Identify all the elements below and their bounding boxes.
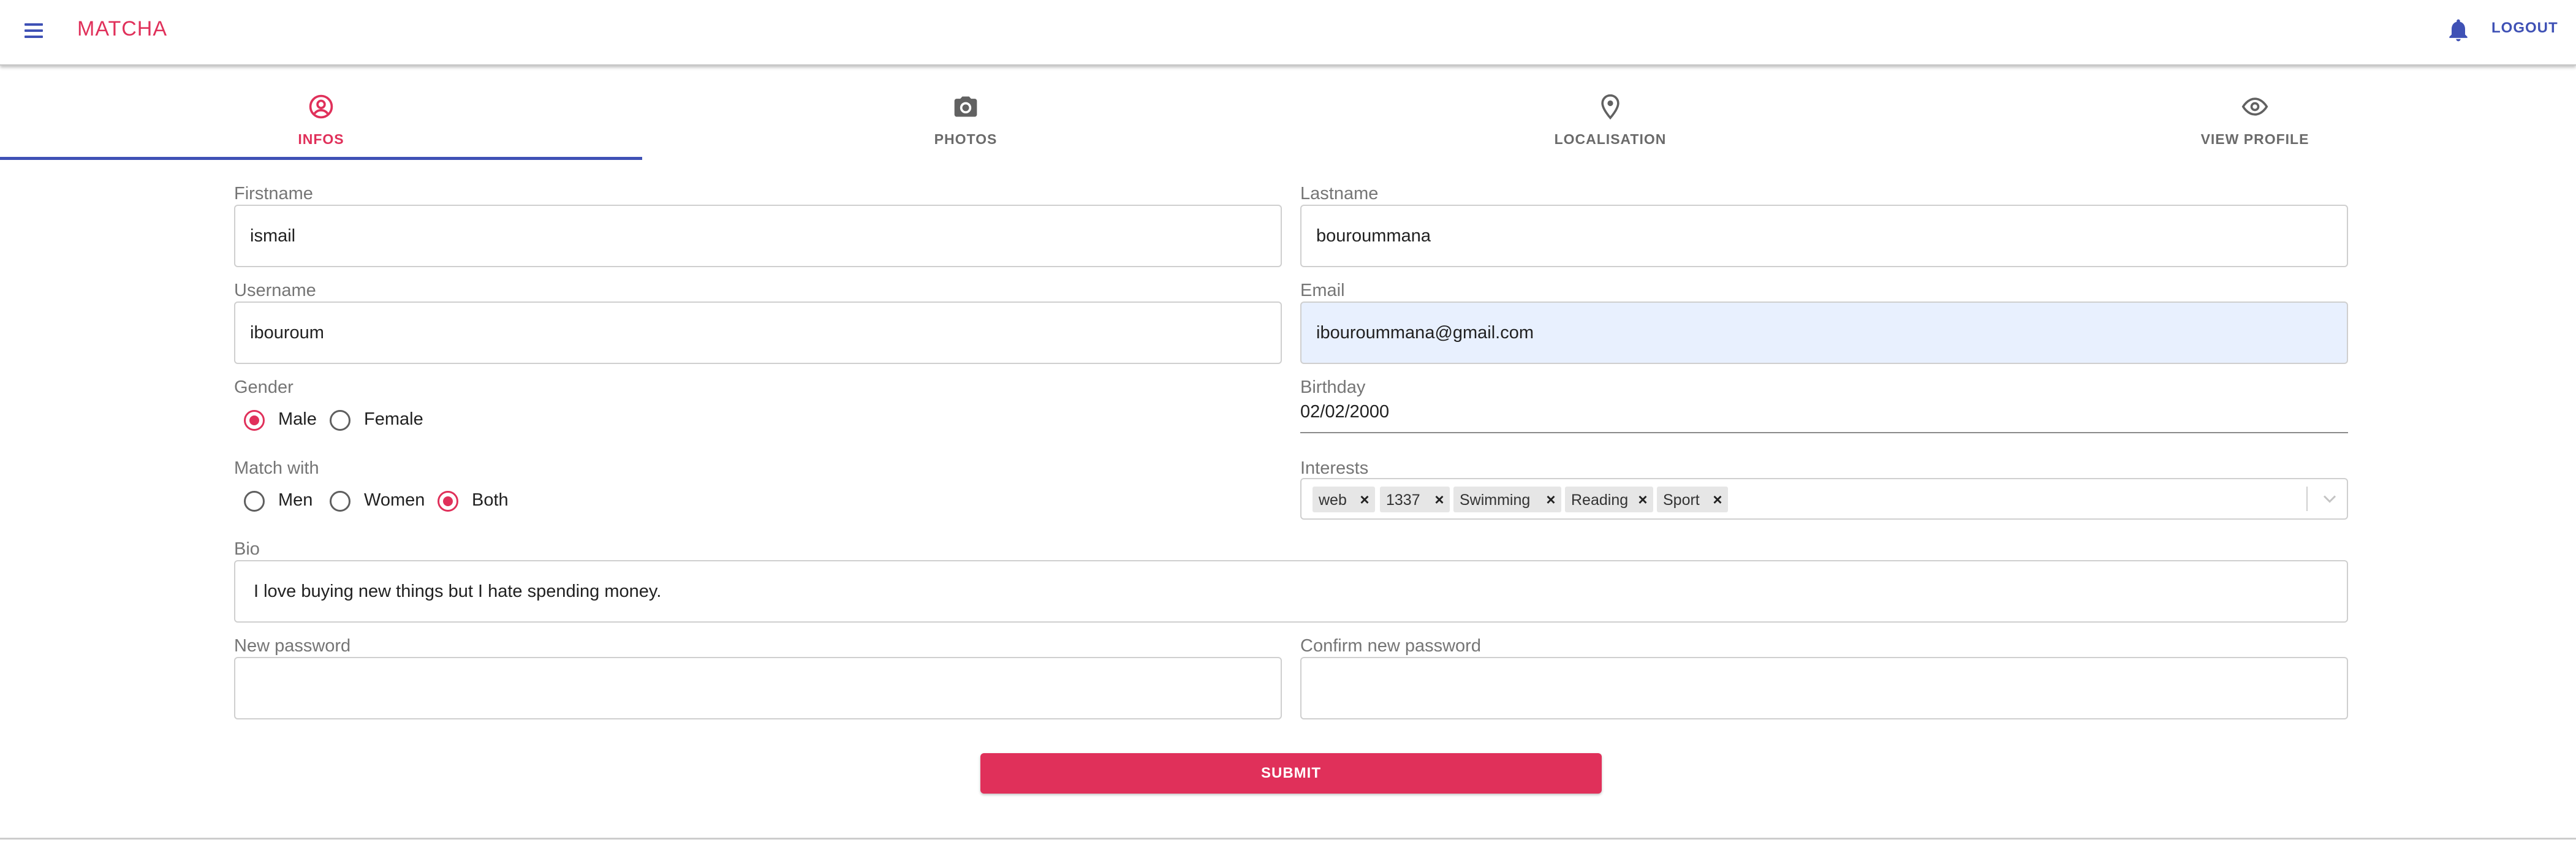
- close-icon[interactable]: ×: [1632, 487, 1653, 512]
- username-label: Username: [234, 281, 316, 300]
- birthday-underline: [1300, 432, 2348, 433]
- tab-view-profile[interactable]: VIEW PROFILE: [1934, 86, 2576, 162]
- gender-label: Gender: [234, 377, 294, 397]
- gender-female-radio[interactable]: Female: [330, 404, 434, 435]
- brand-logo[interactable]: MATCHA: [77, 17, 167, 41]
- gender-female-label: Female: [364, 409, 423, 429]
- gender-male-radio[interactable]: Male: [244, 404, 324, 435]
- active-tab-indicator: [0, 157, 642, 160]
- tab-photos-label: PHOTOS: [934, 131, 998, 147]
- email-label: Email: [1300, 281, 1345, 300]
- interest-chip: 1337 ×: [1380, 487, 1450, 512]
- tab-localisation[interactable]: LOCALISATION: [1289, 86, 1931, 162]
- confirm-password-label: Confirm new password: [1300, 636, 1481, 656]
- tab-view-profile-label: VIEW PROFILE: [2200, 131, 2309, 147]
- match-men-label: Men: [278, 490, 313, 510]
- radio-unchecked-icon: [244, 491, 265, 512]
- match-women-label: Women: [364, 490, 425, 510]
- radio-unchecked-icon: [330, 410, 350, 431]
- submit-button[interactable]: SUBMIT: [980, 753, 1602, 794]
- close-icon[interactable]: ×: [1429, 487, 1450, 512]
- match-both-radio[interactable]: Both: [438, 485, 523, 516]
- new-password-input[interactable]: [234, 657, 1282, 719]
- interests-select[interactable]: web × 1337 × Swimming × Reading × Sport …: [1300, 478, 2348, 520]
- birthday-input[interactable]: 02/02/2000: [1300, 402, 1389, 422]
- location-pin-icon: [1601, 94, 1619, 120]
- close-icon[interactable]: ×: [1540, 487, 1561, 512]
- new-password-label: New password: [234, 636, 351, 656]
- interests-label: Interests: [1300, 458, 1369, 478]
- interest-chip: web ×: [1313, 487, 1375, 512]
- confirm-password-input[interactable]: [1300, 657, 2348, 719]
- interest-chip: Reading ×: [1565, 487, 1653, 512]
- gender-radio-group: Male Female: [244, 404, 550, 435]
- lastname-label: Lastname: [1300, 184, 1379, 203]
- email-input[interactable]: [1300, 302, 2348, 364]
- profile-tabs: INFOS PHOTOS LOCALISATION VIEW PROFILE: [0, 86, 2576, 162]
- radio-checked-icon: [438, 491, 458, 512]
- menu-icon[interactable]: [22, 20, 47, 44]
- match-women-radio[interactable]: Women: [330, 485, 434, 516]
- radio-unchecked-icon: [330, 491, 350, 512]
- camera-icon: [954, 96, 977, 117]
- radio-checked-icon: [244, 410, 265, 431]
- tab-photos[interactable]: PHOTOS: [645, 86, 1287, 162]
- match-men-radio[interactable]: Men: [244, 485, 317, 516]
- bio-input[interactable]: [234, 560, 2348, 623]
- match-with-radio-group: Men Women Both: [244, 485, 612, 516]
- bio-label: Bio: [234, 539, 260, 559]
- interest-chip-label: Sport: [1663, 491, 1700, 509]
- interest-chip: Sport ×: [1657, 487, 1728, 512]
- lastname-input[interactable]: [1300, 205, 2348, 267]
- firstname-input[interactable]: [234, 205, 1282, 267]
- account-circle-icon: [309, 94, 333, 119]
- chevron-down-icon[interactable]: [2319, 488, 2341, 510]
- eye-icon: [2241, 97, 2268, 116]
- username-input[interactable]: [234, 302, 1282, 364]
- birthday-label: Birthday: [1300, 377, 1366, 397]
- tab-localisation-label: LOCALISATION: [1554, 131, 1667, 147]
- app-bar: MATCHA LOGOUT: [0, 0, 2576, 66]
- match-both-label: Both: [472, 490, 509, 510]
- select-separator: [2306, 487, 2308, 511]
- footer-divider: [0, 838, 2576, 840]
- tab-infos[interactable]: INFOS: [0, 86, 642, 162]
- logout-button[interactable]: LOGOUT: [2491, 20, 2558, 37]
- close-icon[interactable]: ×: [1707, 487, 1728, 512]
- gender-male-label: Male: [278, 409, 317, 429]
- interest-chip-label: Reading: [1571, 491, 1629, 509]
- tab-infos-label: INFOS: [298, 131, 344, 147]
- close-icon[interactable]: ×: [1354, 487, 1375, 512]
- interest-chip-label: 1337: [1386, 491, 1420, 509]
- match-with-label: Match with: [234, 458, 319, 478]
- bell-icon[interactable]: [2445, 16, 2472, 44]
- interest-chip-label: Swimming: [1460, 491, 1531, 509]
- interest-chip: Swimming ×: [1453, 487, 1561, 512]
- firstname-label: Firstname: [234, 184, 313, 203]
- interest-chip-label: web: [1319, 491, 1347, 509]
